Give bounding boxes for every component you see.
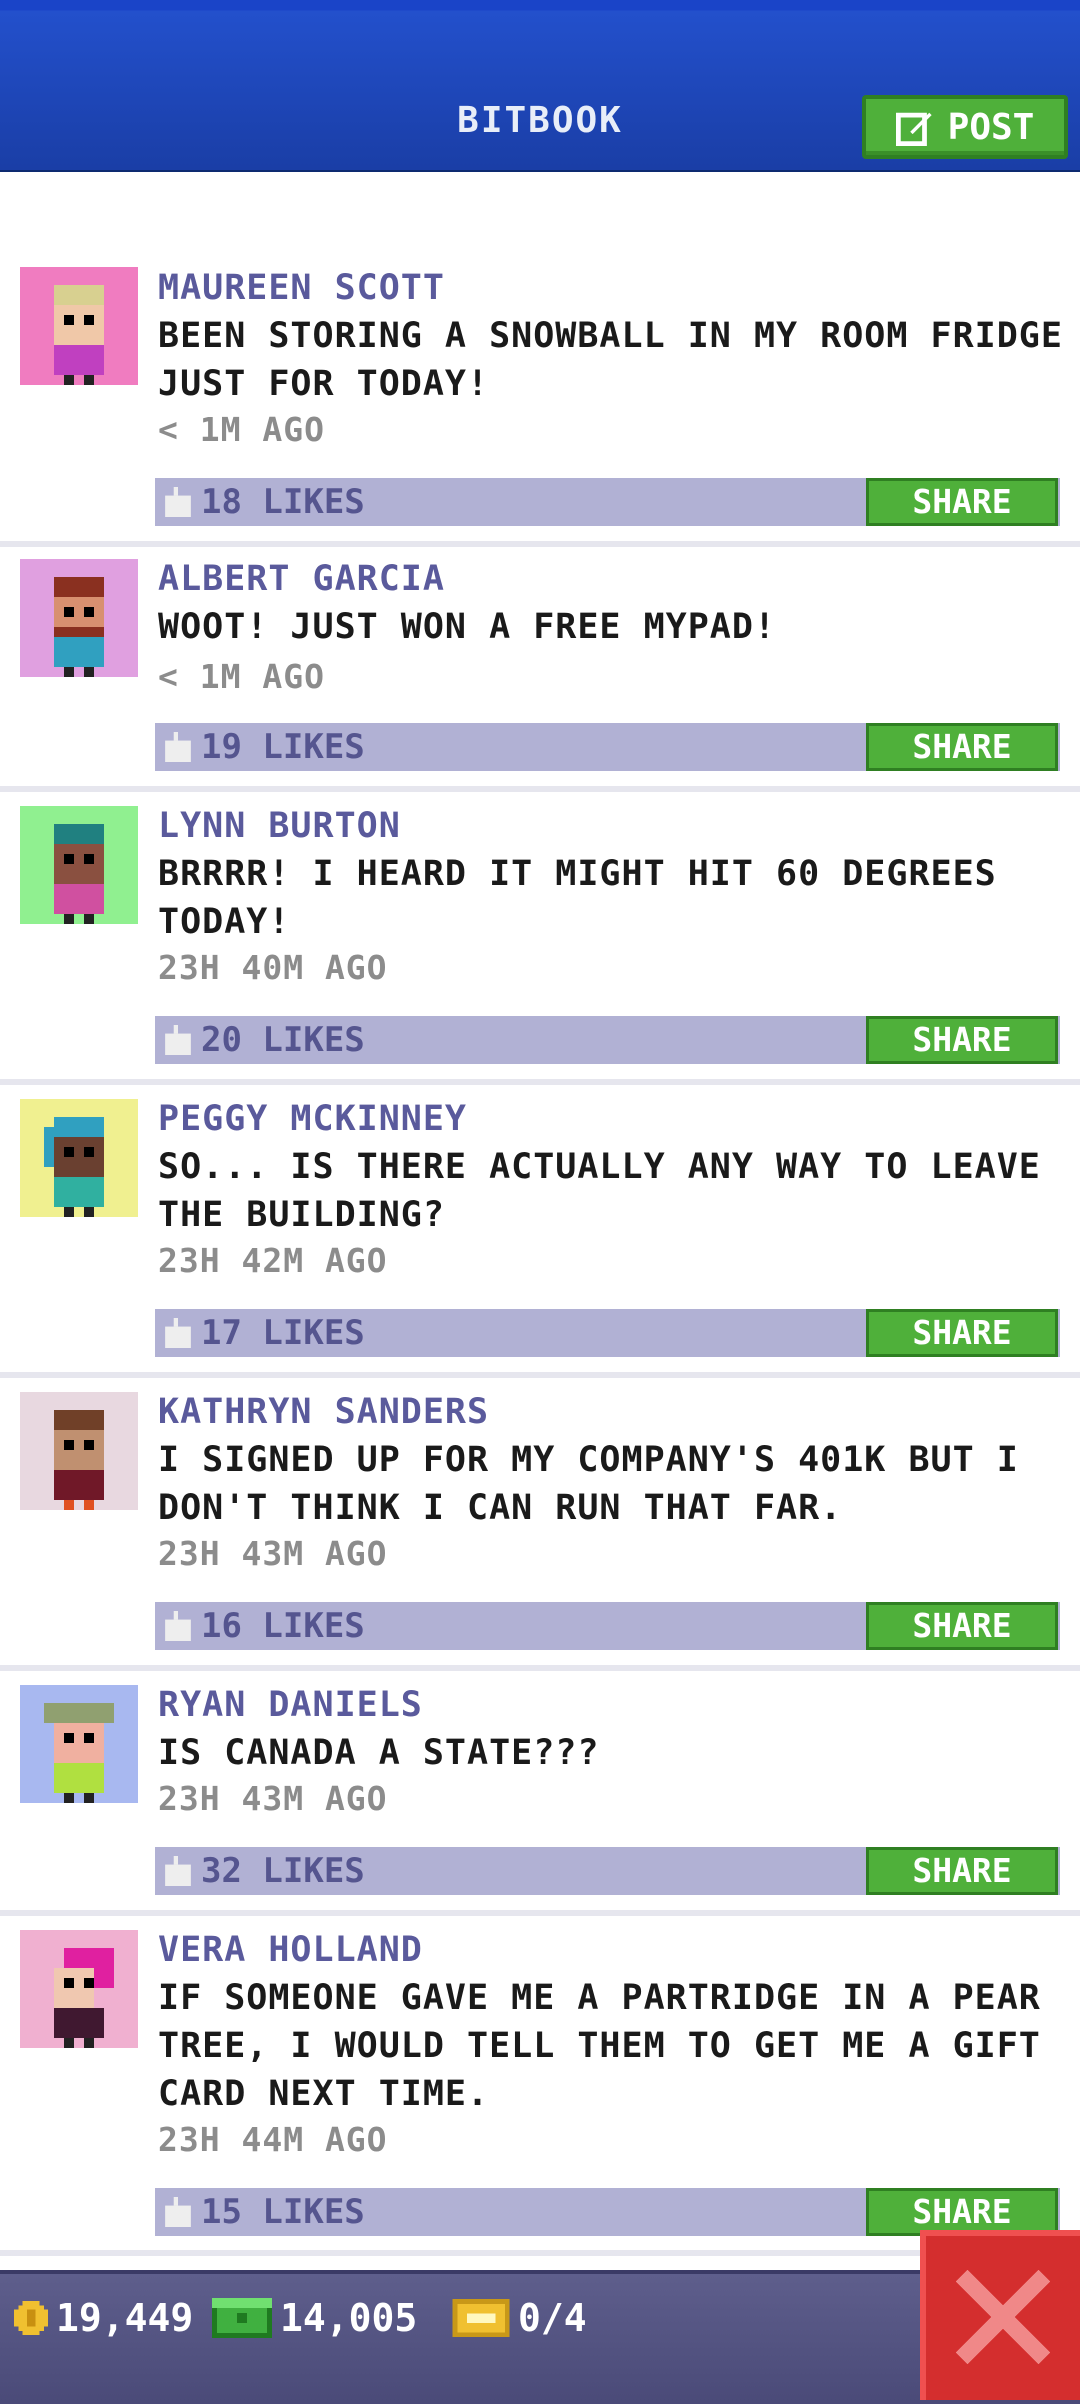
post-timestamp: 23H 43M AGO <box>158 1779 388 1818</box>
like-count[interactable]: 19 LIKES <box>165 723 365 771</box>
share-button[interactable]: SHARE <box>866 1847 1058 1895</box>
likes-bar: 16 LIKES SHARE <box>155 1602 1060 1650</box>
post-timestamp: < 1M AGO <box>158 410 325 449</box>
like-thumb-icon <box>165 1318 191 1348</box>
likes-bar: 20 LIKES SHARE <box>155 1016 1060 1064</box>
feed-post: ALBERT GARCIA WOOT! JUST WON A FREE MYPA… <box>0 547 1080 792</box>
post-timestamp: < 1M AGO <box>158 657 325 696</box>
share-button[interactable]: SHARE <box>866 478 1058 526</box>
share-button[interactable]: SHARE <box>866 1309 1058 1357</box>
post-timestamp: 23H 42M AGO <box>158 1241 388 1280</box>
post-message: BRRRR! I HEARD IT MIGHT HIT 60 DEGREES T… <box>158 854 997 942</box>
post-message: SO... IS THERE ACTUALLY ANY WAY TO LEAVE… <box>158 1147 1041 1235</box>
likes-bar: 15 LIKES SHARE <box>155 2188 1060 2236</box>
bux-value: 14,005 <box>280 2296 418 2340</box>
likes-bar: 17 LIKES SHARE <box>155 1309 1060 1357</box>
share-button[interactable]: SHARE <box>866 723 1058 771</box>
like-thumb-icon <box>165 1025 191 1055</box>
coins-value: 19,449 <box>56 2296 194 2340</box>
avatar <box>20 1685 138 1803</box>
like-count[interactable]: 32 LIKES <box>165 1847 365 1895</box>
avatar <box>20 1099 138 1217</box>
top-bar: BITBOOK POST <box>0 0 1080 172</box>
currency-bar: 19,449 14,005 0/4 <box>0 2270 1080 2404</box>
post-author[interactable]: RYAN DANIELS <box>158 1685 423 1725</box>
post-author[interactable]: MAUREEN SCOTT <box>158 268 445 308</box>
post-author[interactable]: KATHRYN SANDERS <box>158 1392 489 1432</box>
post-author[interactable]: PEGGY MCKINNEY <box>158 1099 467 1139</box>
bux-counter: 14,005 <box>212 2296 417 2340</box>
share-button[interactable]: SHARE <box>866 1016 1058 1064</box>
tickets-counter: 0/4 <box>452 2296 587 2340</box>
likes-bar: 32 LIKES SHARE <box>155 1847 1060 1895</box>
likes-bar: 18 LIKES SHARE <box>155 478 1060 526</box>
tickets-value: 0/4 <box>518 2296 587 2340</box>
likes-bar: 19 LIKES SHARE <box>155 723 1060 771</box>
compose-icon <box>895 112 932 146</box>
feed-post: PEGGY MCKINNEY SO... IS THERE ACTUALLY A… <box>0 1085 1080 1378</box>
feed-post: KATHRYN SANDERS I SIGNED UP FOR MY COMPA… <box>0 1378 1080 1671</box>
feed-post: VERA HOLLAND IF SOMEONE GAVE ME A PARTRI… <box>0 1916 1080 2256</box>
like-thumb-icon <box>165 1856 191 1886</box>
share-button[interactable]: SHARE <box>866 1602 1058 1650</box>
post-button[interactable]: POST <box>862 95 1068 159</box>
post-author[interactable]: VERA HOLLAND <box>158 1930 423 1970</box>
like-count-label: 32 LIKES <box>201 1851 365 1891</box>
post-button-label: POST <box>947 106 1035 148</box>
like-count-label: 17 LIKES <box>201 1313 365 1353</box>
post-message: WOOT! JUST WON A FREE MYPAD! <box>158 607 777 647</box>
post-timestamp: 23H 44M AGO <box>158 2120 388 2159</box>
post-timestamp: 23H 40M AGO <box>158 948 388 987</box>
like-count[interactable]: 17 LIKES <box>165 1309 365 1357</box>
avatar <box>20 559 138 677</box>
like-thumb-icon <box>165 732 191 762</box>
share-button[interactable]: SHARE <box>866 2188 1058 2236</box>
coin-icon <box>14 2301 48 2335</box>
like-count-label: 20 LIKES <box>201 1020 365 1060</box>
avatar <box>20 1392 138 1510</box>
bux-cash-icon <box>212 2298 272 2338</box>
like-count-label: 19 LIKES <box>201 727 365 767</box>
bitbook-feed[interactable]: MAUREEN SCOTT BEEN STORING A SNOWBALL IN… <box>0 170 1080 2270</box>
post-author[interactable]: ALBERT GARCIA <box>158 559 445 599</box>
like-count-label: 16 LIKES <box>201 1606 365 1646</box>
like-thumb-icon <box>165 487 191 517</box>
post-message: BEEN STORING A SNOWBALL IN MY ROOM FRIDG… <box>158 316 1063 404</box>
like-count-label: 15 LIKES <box>201 2192 365 2232</box>
avatar <box>20 267 138 385</box>
close-button[interactable] <box>920 2230 1080 2400</box>
feed-post: MAUREEN SCOTT BEEN STORING A SNOWBALL IN… <box>0 260 1080 547</box>
close-icon <box>955 2269 1051 2365</box>
post-timestamp: 23H 43M AGO <box>158 1534 388 1573</box>
like-thumb-icon <box>165 1611 191 1641</box>
ticket-icon <box>452 2299 510 2337</box>
avatar <box>20 806 138 924</box>
like-count[interactable]: 16 LIKES <box>165 1602 365 1650</box>
like-count[interactable]: 15 LIKES <box>165 2188 365 2236</box>
feed-post: RYAN DANIELS IS CANADA A STATE??? 23H 43… <box>0 1671 1080 1916</box>
post-author[interactable]: LYNN BURTON <box>158 806 401 846</box>
post-message: IF SOMEONE GAVE ME A PARTRIDGE IN A PEAR… <box>158 1978 1041 2114</box>
like-thumb-icon <box>165 2197 191 2227</box>
feed-post: LYNN BURTON BRRRR! I HEARD IT MIGHT HIT … <box>0 792 1080 1085</box>
post-message: IS CANADA A STATE??? <box>158 1733 600 1773</box>
avatar <box>20 1930 138 2048</box>
coins-counter: 19,449 <box>14 2296 193 2340</box>
post-message: I SIGNED UP FOR MY COMPANY'S 401K BUT I … <box>158 1440 1019 1528</box>
like-count-label: 18 LIKES <box>201 482 365 522</box>
like-count[interactable]: 20 LIKES <box>165 1016 365 1064</box>
like-count[interactable]: 18 LIKES <box>165 478 365 526</box>
